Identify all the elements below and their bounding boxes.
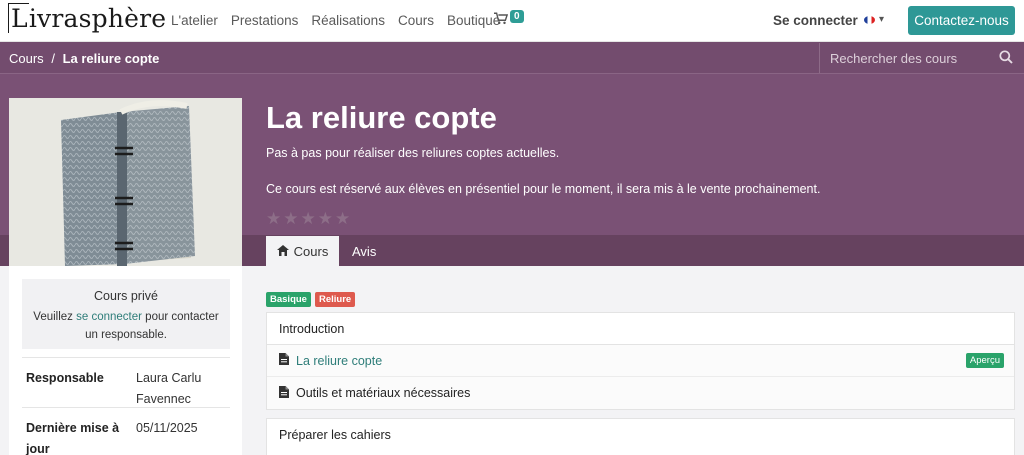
course-section-introduction: Introduction La reliure copte Aperçu Out… (266, 312, 1015, 410)
private-course-text: Veuillez se connecter pour contacter un … (33, 311, 219, 341)
section-title[interactable]: Préparer les cahiers (267, 419, 1014, 451)
preview-badge[interactable]: Aperçu (965, 353, 1004, 368)
course-cover-image (9, 98, 242, 266)
tab-cours[interactable]: Cours (266, 236, 339, 267)
signin-link[interactable]: Se connecter (773, 13, 858, 28)
section-title[interactable]: Introduction (267, 313, 1014, 345)
document-icon (279, 385, 289, 401)
course-note: Ce cours est réservé aux élèves en prése… (266, 182, 821, 196)
course-search (819, 43, 1019, 73)
cart-icon[interactable] (494, 12, 509, 28)
course-description: Pas à pas pour réaliser des reliures cop… (266, 146, 560, 160)
info-row-responsable: Responsable Laura Carlu Favennec (22, 357, 230, 407)
document-icon (279, 353, 289, 368)
tag-basique[interactable]: Basique (266, 292, 311, 307)
star-icon: ★ (317, 209, 333, 228)
info-label: Responsable (26, 371, 104, 385)
search-input[interactable] (820, 44, 990, 72)
nav-link-prestations[interactable]: Prestations (231, 13, 299, 28)
info-value: Laura Carlu Favennec (136, 371, 202, 406)
star-icon: ★ (300, 209, 316, 228)
home-icon (276, 244, 289, 259)
nav-link-boutique[interactable]: Boutique (447, 13, 500, 28)
info-value: 05/11/2025 (136, 421, 198, 435)
nav-link-cours[interactable]: Cours (398, 13, 434, 28)
star-icon: ★ (335, 209, 351, 228)
french-flag-icon (864, 15, 875, 24)
nav-link-atelier[interactable]: L'atelier (171, 13, 218, 28)
info-label: Dernière mise à jour (26, 421, 120, 455)
course-rating: ★ ★ ★ ★ ★ (266, 210, 350, 227)
star-icon: ★ (283, 209, 299, 228)
main-nav: L'atelier Prestations Réalisations Cours… (171, 13, 500, 28)
lesson-link[interactable]: La reliure copte (296, 354, 382, 368)
breadcrumb-current: La reliure copte (62, 51, 160, 66)
private-course-title: Cours privé (94, 289, 158, 303)
tab-cours-label: Cours (293, 244, 329, 259)
language-selector[interactable]: ▾ (864, 14, 884, 25)
course-tags: Basique Reliure (266, 292, 356, 307)
cart-count-badge: 0 (510, 10, 524, 23)
info-row-last-update: Dernière mise à jour 05/11/2025 (22, 407, 230, 455)
lesson-item[interactable]: La reliure copte Aperçu (267, 345, 1014, 377)
course-section-preparer: Préparer les cahiers (266, 418, 1015, 455)
caret-down-icon: ▾ (879, 14, 885, 25)
breadcrumb-parent[interactable]: Cours (9, 51, 44, 66)
tab-avis[interactable]: Avis (352, 236, 376, 267)
search-icon[interactable] (999, 50, 1013, 69)
signin-inline-link[interactable]: se connecter (76, 311, 142, 323)
course-title: La reliure copte (266, 100, 497, 135)
private-course-box: Cours privé Veuillez se connecter pour c… (22, 279, 230, 349)
tag-reliure[interactable]: Reliure (314, 292, 356, 307)
breadcrumb-separator: / (51, 51, 55, 66)
nav-link-realisations[interactable]: Réalisations (311, 13, 385, 28)
top-navbar: Livrasphère L'atelier Prestations Réalis… (0, 0, 1024, 42)
contact-button[interactable]: Contactez-nous (908, 6, 1015, 35)
lesson-name: Outils et matériaux nécessaires (296, 386, 471, 400)
breadcrumb: Cours / La reliure copte (9, 51, 159, 66)
star-icon: ★ (266, 209, 282, 228)
site-logo[interactable]: Livrasphère (8, 3, 166, 33)
lesson-item[interactable]: Outils et matériaux nécessaires (267, 377, 1014, 409)
